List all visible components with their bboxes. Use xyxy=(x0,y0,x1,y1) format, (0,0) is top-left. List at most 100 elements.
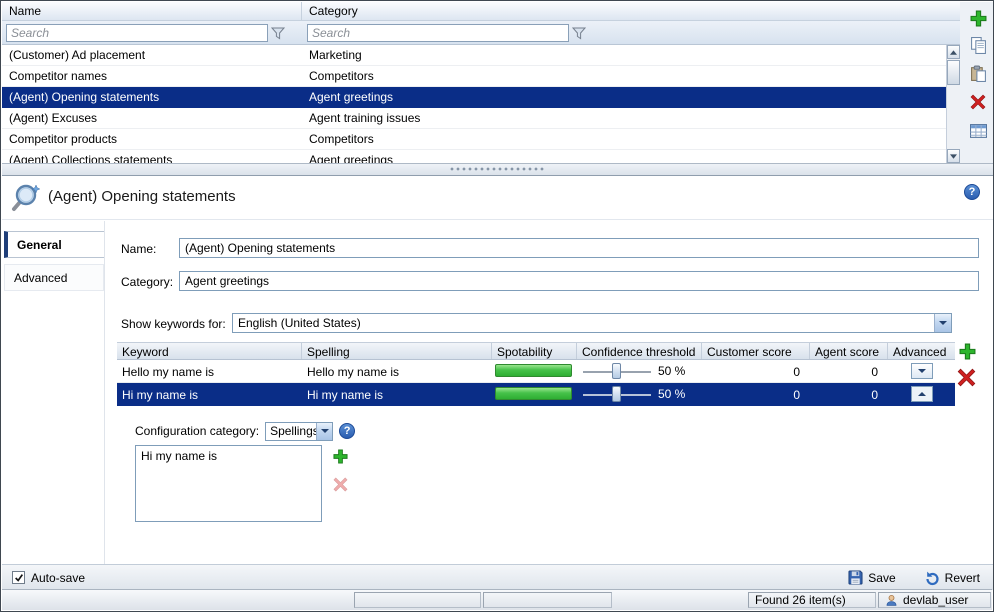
name-cell: (Agent) Opening statements xyxy=(2,90,302,104)
found-count-segment: Found 26 item(s) xyxy=(748,592,876,608)
keywords-table-header: Keyword Spelling Spotability Confidence … xyxy=(117,342,955,360)
category-cell: Agent greetings xyxy=(302,90,946,104)
category-cell: Competitors xyxy=(302,69,946,83)
confidence-slider[interactable] xyxy=(581,360,653,383)
add-keyword-button[interactable] xyxy=(959,343,976,360)
show-keywords-label: Show keywords for: xyxy=(121,317,226,331)
combo-arrow-button[interactable] xyxy=(316,423,332,440)
spotability-cell xyxy=(492,360,577,382)
category-filter-button[interactable] xyxy=(569,27,586,40)
table-row-selected[interactable]: (Agent) Opening statements Agent greetin… xyxy=(2,87,946,108)
revert-button[interactable]: Revert xyxy=(920,568,984,588)
advanced-expand-button[interactable] xyxy=(911,363,933,379)
configuration-category-value: Spellings xyxy=(266,424,316,438)
keyword-row-selected[interactable]: Hi my name is Hi my name is 50 % 0 0 xyxy=(117,383,955,406)
details-footer: Auto-save Save Revert xyxy=(2,564,994,590)
copy-button[interactable] xyxy=(968,35,988,55)
revert-arrow-icon xyxy=(924,570,940,586)
table-row[interactable]: (Agent) Excuses Agent training issues xyxy=(2,108,946,129)
advanced-collapse-button[interactable] xyxy=(911,386,933,402)
confidence-cell: 50 % xyxy=(577,383,702,405)
confidence-slider[interactable] xyxy=(581,383,653,406)
table-row[interactable]: (Customer) Ad placement Marketing xyxy=(2,45,946,66)
agent-score-cell: 0 xyxy=(810,360,888,382)
header-advanced[interactable]: Advanced xyxy=(888,343,955,359)
configuration-category-select[interactable]: Spellings xyxy=(265,422,333,441)
help-icon[interactable]: ? xyxy=(964,184,980,200)
status-segment xyxy=(483,592,612,608)
header-keyword[interactable]: Keyword xyxy=(117,343,302,359)
header-spelling[interactable]: Spelling xyxy=(302,343,492,359)
side-toolbar xyxy=(960,2,994,163)
delete-x-icon xyxy=(970,94,986,110)
configuration-row: Configuration category: Spellings ? xyxy=(135,421,355,441)
category-field-label: Category: xyxy=(121,275,173,289)
spotability-cell xyxy=(492,383,577,405)
splitter-grip[interactable] xyxy=(450,167,546,171)
header-agent-score[interactable]: Agent score xyxy=(810,343,888,359)
add-spelling-button[interactable] xyxy=(333,449,348,464)
topic-magnifier-icon xyxy=(10,182,42,214)
delete-x-icon xyxy=(957,368,976,387)
help-icon[interactable]: ? xyxy=(339,423,355,439)
scroll-down-button[interactable] xyxy=(947,149,960,163)
save-button[interactable]: Save xyxy=(844,568,899,587)
scroll-thumb[interactable] xyxy=(947,60,960,85)
help-glyph: ? xyxy=(344,426,351,437)
name-search-input[interactable] xyxy=(6,24,268,42)
user-icon xyxy=(885,594,898,607)
tab-advanced[interactable]: Advanced xyxy=(4,264,104,291)
language-select[interactable]: English (United States) xyxy=(232,313,952,333)
header-spotability[interactable]: Spotability xyxy=(492,343,577,359)
add-topic-button[interactable] xyxy=(968,8,988,28)
category-column-header[interactable]: Category xyxy=(302,2,960,20)
list-item[interactable]: Hi my name is xyxy=(138,448,319,464)
table-row[interactable]: Competitor names Competitors xyxy=(2,66,946,87)
autosave-checkbox[interactable] xyxy=(12,571,25,584)
category-search-cell xyxy=(302,21,960,44)
list-search-row xyxy=(2,21,960,45)
page-title: (Agent) Opening statements xyxy=(48,188,236,205)
keyword-list-panel: Name Category (Customer) Ad placement Ma… xyxy=(2,2,960,163)
name-field[interactable] xyxy=(179,238,979,258)
category-column-label: Category xyxy=(309,4,358,18)
name-cell: Competitor products xyxy=(2,132,302,146)
scroll-up-button[interactable] xyxy=(947,45,960,59)
arrow-up-icon xyxy=(950,50,957,55)
advanced-cell xyxy=(888,360,955,382)
tab-general[interactable]: General xyxy=(4,231,104,258)
splitter[interactable] xyxy=(2,163,994,176)
spellings-listbox[interactable]: Hi my name is xyxy=(135,445,322,522)
table-row[interactable]: Competitor products Competitors xyxy=(2,129,946,150)
delete-x-icon xyxy=(333,477,348,492)
header-confidence-threshold[interactable]: Confidence threshold xyxy=(577,343,702,359)
spotability-bar xyxy=(495,364,572,377)
chevron-down-icon xyxy=(939,321,947,325)
slider-thumb[interactable] xyxy=(612,363,621,379)
configuration-category-label: Configuration category: xyxy=(135,424,259,438)
copy-icon xyxy=(970,37,987,54)
chevron-down-icon xyxy=(918,369,926,373)
username: devlab_user xyxy=(903,593,968,607)
table-row[interactable]: (Agent) Collections statements Agent gre… xyxy=(2,150,946,163)
combo-arrow-button[interactable] xyxy=(934,314,951,332)
keyword-row[interactable]: Hello my name is Hello my name is 50 % 0… xyxy=(117,360,955,383)
delete-keyword-button[interactable] xyxy=(957,368,976,387)
header-customer-score[interactable]: Customer score xyxy=(702,343,810,359)
category-field[interactable] xyxy=(179,271,979,291)
topic-list: (Customer) Ad placement Marketing Compet… xyxy=(2,45,946,163)
delete-spelling-button[interactable] xyxy=(333,477,348,492)
slider-thumb[interactable] xyxy=(612,386,621,402)
name-column-label: Name xyxy=(9,4,41,18)
name-column-header[interactable]: Name xyxy=(2,2,302,20)
vertical-scrollbar[interactable] xyxy=(946,45,960,163)
grid-view-button[interactable] xyxy=(968,121,988,141)
name-filter-button[interactable] xyxy=(268,27,285,40)
paste-button[interactable] xyxy=(968,63,988,83)
category-search-input[interactable] xyxy=(307,24,569,42)
name-field-label: Name: xyxy=(121,242,156,256)
help-glyph: ? xyxy=(969,187,976,198)
delete-topic-button[interactable] xyxy=(968,92,988,112)
language-select-value: English (United States) xyxy=(233,316,934,330)
keywords-table: Keyword Spelling Spotability Confidence … xyxy=(117,342,955,406)
